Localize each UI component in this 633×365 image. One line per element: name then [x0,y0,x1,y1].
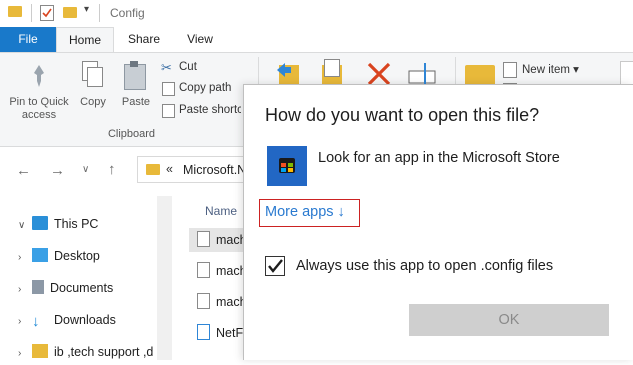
download-icon: ↓ [32,313,40,330]
pin-icon [28,63,50,92]
cut-button[interactable]: Cut [179,61,197,73]
copy-path-button[interactable]: Copy path [179,82,231,94]
folder-icon [8,6,22,17]
chevron-down-icon[interactable]: ∨ [18,215,32,237]
nav-item-label: Downloads [54,313,116,327]
chevron-right-icon[interactable]: › [18,311,32,333]
nav-item-label: Desktop [54,249,100,263]
title-divider [31,4,32,22]
copy-to-icon[interactable] [318,59,344,87]
desktop-icon [32,248,48,262]
title-bar: ▾ Config [0,0,633,27]
nav-item-desktop[interactable]: › Desktop [18,245,100,267]
file-icon [197,293,210,309]
tab-view[interactable]: View [176,27,224,52]
tab-home[interactable]: Home [56,27,114,52]
tab-file[interactable]: File [0,27,56,52]
properties-icon[interactable] [40,5,54,21]
paste-shortcut-icon [162,104,175,118]
microsoft-store-icon[interactable] [267,146,307,186]
paste-icon [124,61,146,90]
breadcrumb[interactable]: Microsoft.N [183,163,246,177]
more-apps-label: More apps ↓ [265,204,345,220]
recent-locations-icon[interactable]: ∨ [82,164,89,175]
chevron-right-icon[interactable]: › [18,343,32,365]
tab-share[interactable]: Share [116,27,172,52]
checkmark-icon [268,259,283,273]
column-header-name[interactable]: Name [205,204,237,218]
nav-item-downloads[interactable]: › ↓ Downloads [18,309,116,331]
folder-icon [146,164,160,175]
back-icon[interactable]: ← [16,162,31,179]
ok-button[interactable]: OK [409,304,609,336]
copy-path-icon [162,82,175,96]
store-option[interactable]: Look for an app in the Microsoft Store [318,150,560,166]
nav-item-this-pc[interactable]: ∨ This PC [18,213,98,235]
file-icon [197,262,210,278]
more-apps-link[interactable]: More apps ↓ [259,199,360,227]
copy-button[interactable]: Copy [77,96,109,109]
dialog-title: How do you want to open this file? [265,105,540,125]
chevron-right-icon[interactable]: › [18,247,32,269]
clipboard-group-label: Clipboard [107,128,156,140]
nav-item-label: Documents [50,281,114,295]
pin-to-quick-access-button[interactable]: Pin to Quick access [4,96,74,122]
copy-icon [82,61,103,87]
scissors-icon: ✂ [161,60,172,75]
store-bag-icon [279,158,295,173]
always-use-checkbox[interactable] [265,256,285,276]
paste-button[interactable]: Paste [119,96,153,109]
file-name: mach [216,295,247,309]
nav-item-label: This PC [54,217,99,231]
documents-icon [32,280,44,294]
paste-shortcut-button[interactable]: Paste shortc [179,104,241,116]
new-item-button[interactable]: New item ▾ [522,62,579,76]
file-name: mach [216,233,247,247]
new-item-label: New item [522,64,570,76]
folder-icon [32,344,48,358]
chevron-right-icon[interactable]: › [18,279,32,301]
title-divider [99,4,100,22]
new-folder-icon[interactable] [63,7,77,18]
this-pc-icon [32,216,48,230]
file-icon [197,231,210,247]
new-item-icon [503,62,517,78]
open-with-dialog: How do you want to open this file? Look … [243,84,633,360]
up-icon[interactable]: ↑ [108,161,116,178]
always-use-label[interactable]: Always use this app to open .config file… [296,258,553,274]
nav-item-label: ib ,tech support ,d [54,345,154,359]
window-title: Config [110,6,145,20]
customize-quick-access-icon[interactable]: ▾ [84,4,89,15]
nav-pane-scrollbar[interactable] [157,196,172,360]
nav-item-documents[interactable]: › Documents [18,277,113,299]
ribbon-tabs: File Home Share View [0,27,633,52]
dll-file-icon [197,324,210,340]
breadcrumb-overflow[interactable]: « [166,162,173,176]
forward-icon[interactable]: → [50,162,65,179]
file-name: mach [216,264,247,278]
